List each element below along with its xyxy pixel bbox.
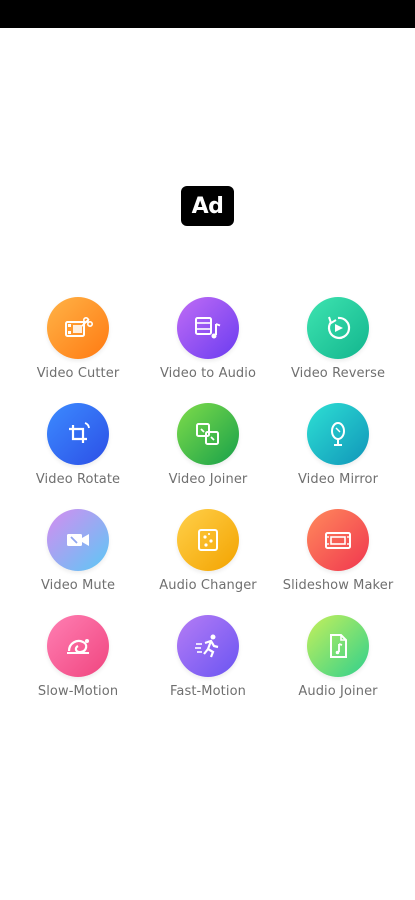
tool-slow-motion[interactable]: Slow-Motion xyxy=(13,615,143,715)
tool-label: Video Mirror xyxy=(297,472,379,487)
tool-label: Slow-Motion xyxy=(37,684,119,699)
tool-icon-circle xyxy=(47,509,109,571)
tool-label: Video Rotate xyxy=(35,472,121,487)
tool-icon-circle xyxy=(177,297,239,359)
tool-icon-circle xyxy=(307,297,369,359)
fast-motion-icon xyxy=(195,634,219,658)
film-scissors-icon xyxy=(65,317,93,337)
tool-slideshow-maker[interactable]: Slideshow Maker xyxy=(273,509,403,609)
audio-changer-icon xyxy=(198,529,218,551)
tool-label: Video Reverse xyxy=(290,366,386,381)
tool-video-cutter[interactable]: Video Cutter xyxy=(13,297,143,397)
tool-icon-circle xyxy=(177,509,239,571)
tool-label: Slideshow Maker xyxy=(282,578,394,593)
tool-icon-circle xyxy=(47,615,109,677)
tool-label: Video to Audio xyxy=(159,366,257,381)
tool-label: Fast-Motion xyxy=(170,684,246,699)
tool-label: Video Joiner xyxy=(168,472,248,487)
slideshow-icon xyxy=(325,532,351,549)
tool-video-reverse[interactable]: Video Reverse xyxy=(273,297,403,397)
tool-icon-circle xyxy=(307,509,369,571)
audio-file-icon xyxy=(330,634,347,658)
film-note-icon xyxy=(195,317,221,339)
tool-video-to-audio[interactable]: Video to Audio xyxy=(143,297,273,397)
tool-audio-changer[interactable]: Audio Changer xyxy=(143,509,273,609)
tool-label: Audio Joiner xyxy=(298,684,378,699)
tool-video-rotate[interactable]: Video Rotate xyxy=(13,403,143,503)
tool-icon-circle xyxy=(307,615,369,677)
tool-label: Video Mute xyxy=(40,578,116,593)
tool-video-joiner[interactable]: Video Joiner xyxy=(143,403,273,503)
tool-icon-circle xyxy=(307,403,369,465)
tool-audio-joiner[interactable]: Audio Joiner xyxy=(273,615,403,715)
mute-camera-icon xyxy=(67,534,89,546)
tool-video-mute[interactable]: Video Mute xyxy=(13,509,143,609)
tool-label: Video Cutter xyxy=(36,366,120,381)
tool-icon-circle xyxy=(177,615,239,677)
tool-label: Audio Changer xyxy=(159,578,257,593)
tool-icon-circle xyxy=(47,297,109,359)
reverse-play-icon xyxy=(328,316,351,339)
tools-grid: Video Cutter Video to Audio Video Revers… xyxy=(0,0,415,900)
mirror-icon xyxy=(331,422,345,446)
tool-video-mirror[interactable]: Video Mirror xyxy=(273,403,403,503)
joiner-icon xyxy=(196,423,219,445)
tool-icon-circle xyxy=(177,403,239,465)
tool-fast-motion[interactable]: Fast-Motion xyxy=(143,615,273,715)
rotate-crop-icon xyxy=(69,422,90,443)
tool-icon-circle xyxy=(47,403,109,465)
slow-motion-icon xyxy=(67,639,89,654)
